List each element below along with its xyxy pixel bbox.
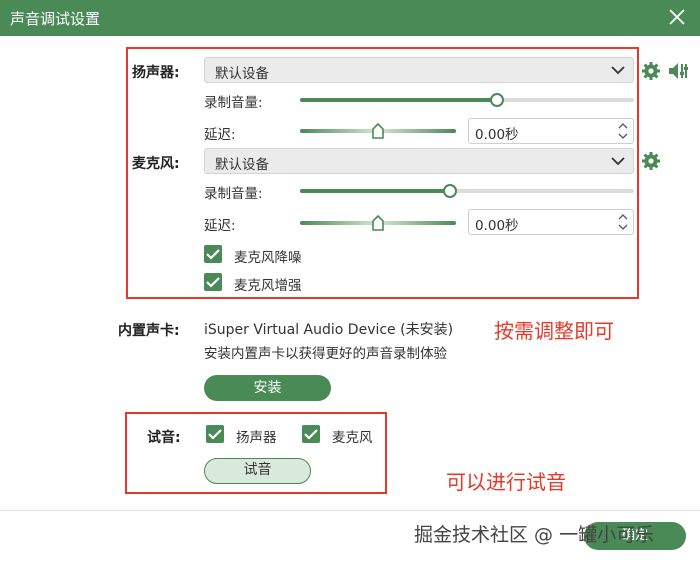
soundcard-label: 内置声卡: bbox=[118, 323, 180, 339]
annotation-test-note: 可以进行试音 bbox=[446, 470, 566, 494]
volume-settings-icon[interactable] bbox=[667, 60, 689, 82]
gear-icon[interactable] bbox=[641, 151, 661, 171]
soundcard-hint: 安装内置声卡以获得更好的声音录制体验 bbox=[204, 346, 447, 362]
annotation-box-settings bbox=[126, 47, 639, 299]
footer-divider bbox=[0, 510, 700, 511]
watermark-text: 掘金技术社区 @ 一罐小可乐 bbox=[414, 524, 655, 546]
install-button[interactable]: 安装 bbox=[204, 375, 331, 401]
gear-icon[interactable] bbox=[641, 61, 661, 81]
title-bar: 声音调试设置 bbox=[0, 0, 700, 36]
soundcard-device-name: iSuper Virtual Audio Device (未安装) bbox=[204, 322, 454, 338]
annotation-box-test bbox=[125, 412, 387, 494]
annotation-adjust-note: 按需调整即可 bbox=[494, 319, 614, 343]
close-icon[interactable] bbox=[666, 6, 688, 28]
window-title: 声音调试设置 bbox=[10, 10, 101, 28]
